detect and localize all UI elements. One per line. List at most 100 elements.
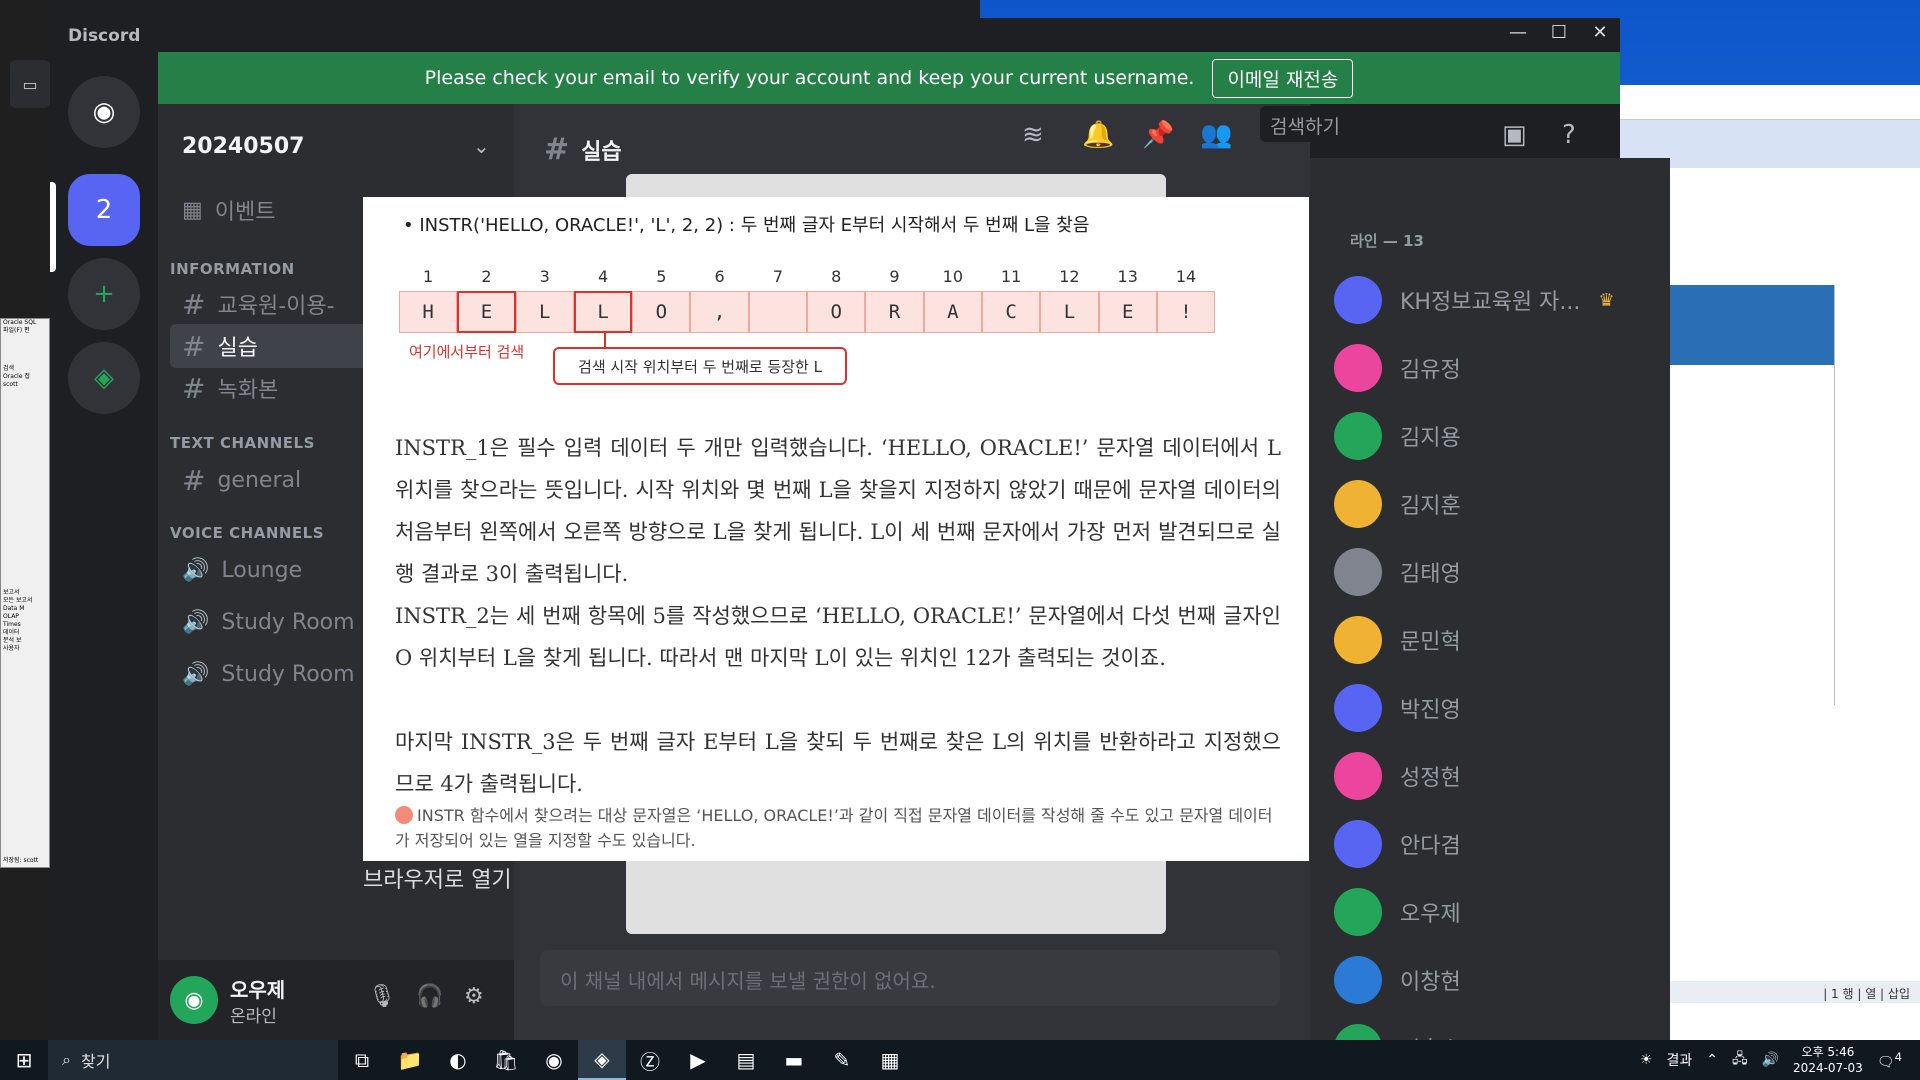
notification-icon[interactable]: 🗨4 [1877,1050,1902,1071]
search-input[interactable]: 검색하기 [1260,106,1470,142]
oracle-line: scott [3,381,18,388]
volume-icon[interactable]: 🔊 [1762,1052,1779,1068]
oracle-line: 데이터 [3,629,20,636]
member-item[interactable]: 안다겸 [1334,814,1654,874]
member-name: 문민혁 [1400,630,1461,655]
oracle-status: 저장됨: scott [3,857,39,864]
events-label: 이벤트 [214,200,276,225]
oracle-sql-developer-window[interactable]: Oracle SQL 파일(F) 편 검색 Oracle 접 scott 보고서… [0,318,50,868]
members-icon[interactable]: 👥 [1200,120,1232,150]
calculator-icon[interactable]: ▦ [866,1040,914,1080]
member-item[interactable]: 문민혁 [1334,610,1654,670]
image-viewer[interactable]: • INSTR('HELLO, ORACLE!', 'L', 2, 2) : 두… [363,197,1309,861]
verify-text: Please check your email to verify your a… [424,67,1195,89]
member-item[interactable]: 박진영 [1334,678,1654,738]
gear-icon[interactable]: ⚙ [464,984,484,1009]
edge-icon[interactable]: ◐ [434,1040,482,1080]
taskbar-search[interactable]: ⌕ 찾기 [48,1040,338,1080]
clock-date: 2024-07-03 [1793,1061,1863,1075]
chevron-up-icon[interactable]: ⌃ [1706,1052,1718,1068]
hash-icon: # [182,329,206,363]
char-cell: O [632,291,691,333]
microphone-icon[interactable]: 🎙 [368,984,396,1009]
bg-app-divider [1834,285,1835,705]
char-cell: E [457,291,516,333]
char-cell: O [807,291,866,333]
speaker-icon: 🔊 [182,609,210,635]
windows-start-icon[interactable]: ⊞ [0,1040,48,1080]
member-item[interactable]: 이창현 [1334,950,1654,1010]
chrome-icon[interactable]: ◉ [530,1040,578,1080]
user-panel: ◉ 오우제 온라인 🎙 🎧 ⚙ [158,960,514,1040]
server-rail: ◉ 2 + ◈ [50,52,158,1040]
clock[interactable]: 오후 5:46 2024-07-03 [1793,1044,1863,1076]
category-information[interactable]: INFORMATION [170,260,295,278]
category-voice[interactable]: VOICE CHANNELS [170,524,324,542]
start-label: 여기에서부터 검색 [409,343,525,361]
server-selected-pill [50,182,56,272]
oracle-icon[interactable]: ▬ [770,1040,818,1080]
char-cell: E [1098,291,1157,333]
task-view-icon[interactable]: ⧉ [338,1040,386,1080]
char-cell: ! [1156,291,1216,333]
oracle-line: 모든 보고서 [3,597,33,604]
callout-line [604,333,606,347]
network-icon[interactable]: 🖧 [1732,1048,1748,1072]
avatar [1334,684,1382,732]
category-text[interactable]: TEXT CHANNELS [170,434,315,452]
media-icon[interactable]: ▶ [674,1040,722,1080]
resend-email-button[interactable]: 이메일 재전송 [1212,58,1354,98]
headphones-icon[interactable]: 🎧 [416,984,443,1009]
member-name: 안다겸 [1400,834,1461,859]
help-icon[interactable]: ? [1562,120,1576,150]
member-item[interactable]: 김태영 [1334,542,1654,602]
explore-icon[interactable]: ◈ [68,342,140,414]
weather-icon[interactable]: ☀ [1640,1052,1653,1068]
member-item[interactable]: 김지용 [1334,406,1654,466]
avatar [1334,752,1382,800]
paint-icon[interactable]: ✎ [818,1040,866,1080]
avatar [1334,412,1382,460]
pin-icon[interactable]: 📌 [1142,120,1174,150]
inbox-icon[interactable]: ▣ [1502,120,1527,150]
close-icon[interactable]: ✕ [1580,22,1620,48]
avatar [1334,344,1382,392]
bell-icon[interactable]: 🔔 [1082,120,1114,150]
member-item[interactable]: 오우제 [1334,882,1654,942]
store-icon[interactable]: 🛍 [482,1040,530,1080]
member-list: 라인 — 13 KH정보교육원 자... ♛ 김유정 김지용 김지훈 김태영 문민… [1310,158,1670,1072]
member-item[interactable]: 김지훈 [1334,474,1654,534]
member-item[interactable]: 김유정 [1334,338,1654,398]
bg-app-titlebar [1620,85,1920,120]
paragraph-1: INSTR_1은 필수 입력 데이터 두 개만 입력했습니다. ‘HELLO, … [395,436,1281,586]
member-name: 오우제 [1400,902,1461,927]
discord-taskbar-icon[interactable]: ◈ [578,1040,626,1080]
member-item[interactable]: KH정보교육원 자... ♛ [1334,270,1654,330]
weather-label[interactable]: 결과 [1666,1050,1692,1070]
add-server-icon[interactable]: + [68,258,140,330]
member-name: 성정현 [1400,766,1461,791]
file-explorer-icon[interactable]: 📁 [386,1040,434,1080]
open-in-browser-link[interactable]: 브라우저로 열기 [363,862,512,894]
channel-label: 교육원-이용- [217,294,335,319]
message-input[interactable]: 이 채널 내에서 메시지를 보낼 권한이 없어요. [540,950,1280,1006]
char-cell: C [981,291,1041,333]
oracle-line: 검색 [3,365,15,372]
hash-icon: # [182,287,206,321]
zoom-icon[interactable]: Ⓩ [626,1040,674,1080]
guild-name[interactable]: 20240507 [182,134,304,159]
index: 8 [831,267,842,286]
chevron-down-icon[interactable]: ⌄ [473,134,490,158]
oracle-line: 분석 보 [3,637,22,644]
maximize-icon[interactable]: ☐ [1539,22,1579,48]
camera-icon[interactable]: ▭ [10,60,50,108]
avatar[interactable]: ◉ [170,976,218,1024]
minimize-icon[interactable]: — [1498,22,1538,48]
discord-home-icon[interactable]: ◉ [68,76,140,148]
member-item[interactable]: 성정현 [1334,746,1654,806]
threads-icon[interactable]: ≋ [1022,120,1044,150]
channel-title-text: 실습 [581,140,622,165]
server-2[interactable]: 2 [68,174,140,246]
member-name: KH정보교육원 자... [1400,290,1581,315]
notepad-icon[interactable]: ▤ [722,1040,770,1080]
